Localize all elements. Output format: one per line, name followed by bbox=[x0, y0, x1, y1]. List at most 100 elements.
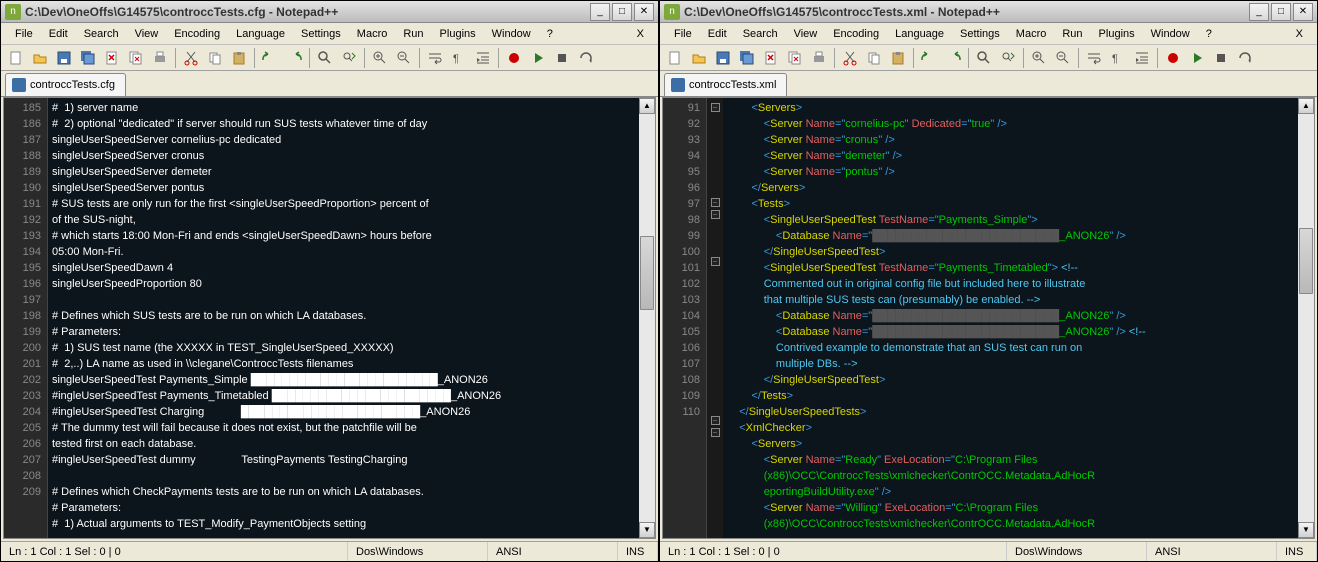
scroll-thumb[interactable] bbox=[640, 236, 654, 309]
titlebar[interactable]: n C:\Dev\OneOffs\G14575\controccTests.xm… bbox=[660, 1, 1317, 23]
copy-button[interactable] bbox=[863, 47, 885, 69]
scroll-up-button[interactable]: ▲ bbox=[1298, 98, 1314, 114]
menu-file[interactable]: File bbox=[7, 25, 41, 43]
menu-language[interactable]: Language bbox=[228, 25, 293, 43]
menu-encoding[interactable]: Encoding bbox=[825, 25, 887, 43]
fold-toggle[interactable]: − bbox=[711, 416, 720, 425]
code-area[interactable]: # 1) server name# 2) optional "dedicated… bbox=[48, 98, 639, 538]
menu-language[interactable]: Language bbox=[887, 25, 952, 43]
menu-edit[interactable]: Edit bbox=[41, 25, 76, 43]
minimize-button[interactable]: _ bbox=[590, 3, 610, 21]
scroll-track[interactable] bbox=[639, 114, 655, 522]
close-all-button[interactable] bbox=[784, 47, 806, 69]
close-button[interactable] bbox=[760, 47, 782, 69]
undo-button[interactable] bbox=[918, 47, 940, 69]
close-button[interactable] bbox=[101, 47, 123, 69]
chars-button[interactable]: ¶ bbox=[448, 47, 470, 69]
find-button[interactable] bbox=[973, 47, 995, 69]
print-button[interactable] bbox=[149, 47, 171, 69]
close-all-button[interactable] bbox=[125, 47, 147, 69]
titlebar[interactable]: n C:\Dev\OneOffs\G14575\controccTests.cf… bbox=[1, 1, 658, 23]
scroll-up-button[interactable]: ▲ bbox=[639, 98, 655, 114]
wrap-button[interactable] bbox=[424, 47, 446, 69]
chars-button[interactable]: ¶ bbox=[1107, 47, 1129, 69]
scroll-down-button[interactable]: ▼ bbox=[639, 522, 655, 538]
close-button[interactable]: ✕ bbox=[634, 3, 654, 21]
vertical-scrollbar[interactable]: ▲ ▼ bbox=[639, 98, 655, 538]
tab-file[interactable]: controccTests.cfg bbox=[5, 73, 126, 96]
menu-run[interactable]: Run bbox=[395, 25, 431, 43]
cut-button[interactable] bbox=[180, 47, 202, 69]
menu-window[interactable]: Window bbox=[1143, 25, 1198, 43]
menu-settings[interactable]: Settings bbox=[952, 25, 1008, 43]
new-button[interactable] bbox=[664, 47, 686, 69]
indent-button[interactable] bbox=[1131, 47, 1153, 69]
fold-toggle[interactable]: − bbox=[711, 428, 720, 437]
editor[interactable]: 1851861871881891901911921931941951961971… bbox=[3, 97, 656, 539]
scroll-thumb[interactable] bbox=[1299, 228, 1313, 293]
copy-button[interactable] bbox=[204, 47, 226, 69]
scroll-track[interactable] bbox=[1298, 114, 1314, 522]
menu-encoding[interactable]: Encoding bbox=[166, 25, 228, 43]
menu-plugins[interactable]: Plugins bbox=[432, 25, 484, 43]
find-button[interactable] bbox=[314, 47, 336, 69]
paste-button[interactable] bbox=[887, 47, 909, 69]
replace-button[interactable] bbox=[997, 47, 1019, 69]
fold-toggle[interactable]: − bbox=[711, 103, 720, 112]
scroll-down-button[interactable]: ▼ bbox=[1298, 522, 1314, 538]
menu-view[interactable]: View bbox=[786, 25, 826, 43]
undo-button[interactable] bbox=[259, 47, 281, 69]
menu-edit[interactable]: Edit bbox=[700, 25, 735, 43]
menu-settings[interactable]: Settings bbox=[293, 25, 349, 43]
save-all-button[interactable] bbox=[77, 47, 99, 69]
menu-window[interactable]: Window bbox=[484, 25, 539, 43]
redo-button[interactable] bbox=[283, 47, 305, 69]
macro-stop-button[interactable] bbox=[551, 47, 573, 69]
save-all-button[interactable] bbox=[736, 47, 758, 69]
new-button[interactable] bbox=[5, 47, 27, 69]
macro-rec-button[interactable] bbox=[503, 47, 525, 69]
menu-macro[interactable]: Macro bbox=[349, 25, 396, 43]
menu-run[interactable]: Run bbox=[1054, 25, 1090, 43]
zoom-in-button[interactable] bbox=[1028, 47, 1050, 69]
open-button[interactable] bbox=[688, 47, 710, 69]
tab-file[interactable]: controccTests.xml bbox=[664, 73, 787, 96]
replace-button[interactable] bbox=[338, 47, 360, 69]
menu-macro[interactable]: Macro bbox=[1008, 25, 1055, 43]
maximize-button[interactable]: □ bbox=[612, 3, 632, 21]
print-button[interactable] bbox=[808, 47, 830, 69]
menu-plugins[interactable]: Plugins bbox=[1091, 25, 1143, 43]
menu-search[interactable]: Search bbox=[76, 25, 127, 43]
macro-play-button[interactable] bbox=[527, 47, 549, 69]
fold-toggle[interactable]: − bbox=[711, 198, 720, 207]
editor[interactable]: 9192939495969798991001011021031041051061… bbox=[662, 97, 1315, 539]
zoom-in-button[interactable] bbox=[369, 47, 391, 69]
menu-file[interactable]: File bbox=[666, 25, 700, 43]
wrap-button[interactable] bbox=[1083, 47, 1105, 69]
doc-close-button[interactable]: X bbox=[1288, 25, 1311, 43]
save-button[interactable] bbox=[712, 47, 734, 69]
minimize-button[interactable]: _ bbox=[1249, 3, 1269, 21]
fold-toggle[interactable]: − bbox=[711, 257, 720, 266]
zoom-out-button[interactable] bbox=[1052, 47, 1074, 69]
vertical-scrollbar[interactable]: ▲ ▼ bbox=[1298, 98, 1314, 538]
zoom-out-button[interactable] bbox=[393, 47, 415, 69]
paste-button[interactable] bbox=[228, 47, 250, 69]
doc-close-button[interactable]: X bbox=[629, 25, 652, 43]
menu-search[interactable]: Search bbox=[735, 25, 786, 43]
macro-play-button[interactable] bbox=[1186, 47, 1208, 69]
menu-?[interactable]: ? bbox=[539, 25, 561, 43]
macro-stop-button[interactable] bbox=[1210, 47, 1232, 69]
fold-gutter[interactable]: − − − − − − bbox=[707, 98, 723, 538]
cut-button[interactable] bbox=[839, 47, 861, 69]
fold-toggle[interactable]: − bbox=[711, 210, 720, 219]
close-button[interactable]: ✕ bbox=[1293, 3, 1313, 21]
save-button[interactable] bbox=[53, 47, 75, 69]
redo-button[interactable] bbox=[942, 47, 964, 69]
indent-button[interactable] bbox=[472, 47, 494, 69]
macro-repeat-button[interactable] bbox=[1234, 47, 1256, 69]
code-area[interactable]: <Servers> <Server Name="cornelius-pc" De… bbox=[723, 98, 1298, 538]
macro-repeat-button[interactable] bbox=[575, 47, 597, 69]
menu-view[interactable]: View bbox=[127, 25, 167, 43]
menu-?[interactable]: ? bbox=[1198, 25, 1220, 43]
